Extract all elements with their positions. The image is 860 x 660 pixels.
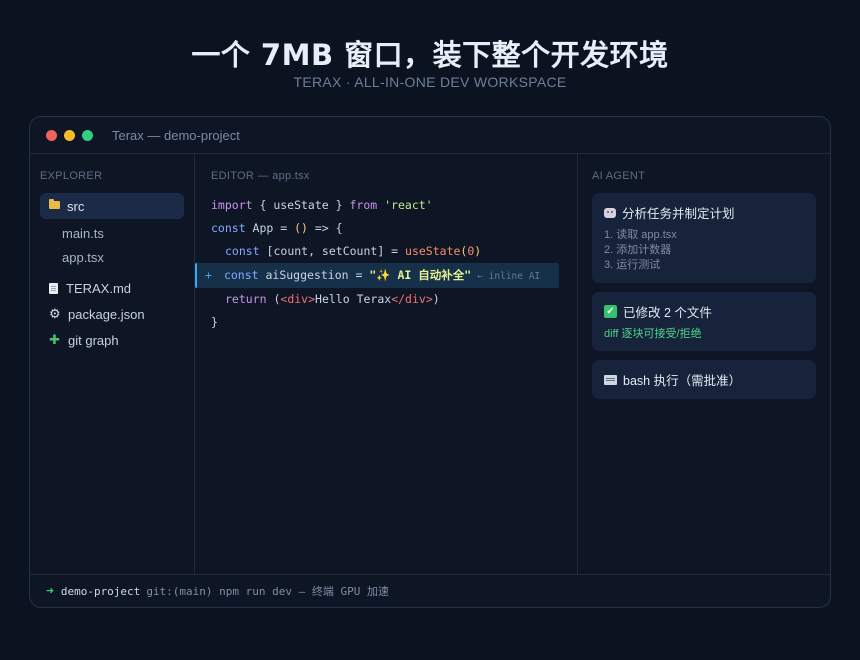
plan-step: 1. 读取 app.tsx (604, 229, 677, 241)
card-title: 分析任务并制定计划 (604, 203, 804, 222)
check-icon: ✓ (604, 305, 617, 318)
code-token: App = (245, 221, 295, 235)
code-line[interactable]: return (<div>Hello Terax</div>) (195, 288, 577, 311)
editor-label: EDITOR — app.tsx (211, 170, 310, 182)
code-token: const (223, 268, 259, 282)
card-title: bash 执行（需批准） (604, 370, 804, 389)
diff-note: diff 逐块可接受/拒绝 (604, 328, 702, 340)
code-token: { useState } (252, 198, 350, 212)
puzzle-icon: ✚ (49, 332, 60, 347)
code-token: aiSuggestion = (258, 268, 370, 282)
plan-steps: 1. 读取 app.tsx 2. 添加计数器 3. 运行测试 (604, 228, 804, 273)
terminal-status-bar[interactable]: ➜ demo-project git:(main) npm run dev — … (30, 574, 830, 607)
maximize-window-button[interactable] (82, 129, 93, 141)
code-line[interactable]: import { useState } from 'react' (195, 194, 577, 217)
code-token: import (211, 198, 253, 212)
code-token: Hello Terax (315, 292, 392, 306)
card-title-text: bash 执行（需批准） (623, 374, 742, 388)
code-token: } (211, 315, 218, 329)
diff-plus-marker: + (205, 268, 212, 282)
document-icon (49, 282, 58, 294)
code-token: () (294, 221, 308, 235)
window-title: Terax — demo-project (112, 127, 240, 143)
code-line[interactable]: const [count, setCount] = useState(0) (195, 240, 577, 263)
code-token: => { (307, 221, 343, 235)
editor-panel[interactable]: EDITOR — app.tsx import { useState } fro… (195, 154, 578, 574)
code-token: "✨ AI 自动补全" (369, 268, 472, 282)
code-token: const (225, 244, 260, 258)
close-window-button[interactable] (46, 129, 57, 141)
tree-file-terax-md[interactable]: TERAX.md (40, 275, 184, 301)
agent-bash-card[interactable]: bash 执行（需批准） (592, 360, 816, 399)
terminal-icon (604, 374, 617, 385)
code-token: ( (266, 292, 281, 306)
minimize-window-button[interactable] (64, 129, 75, 141)
project-name: demo-project (60, 584, 141, 598)
card-title-text: 分析任务并制定计划 (622, 207, 735, 221)
ai-suggestion-line[interactable]: + const aiSuggestion = "✨ AI 自动补全" ← inlin… (195, 263, 559, 288)
hero-subtitle: TERAX · ALL-IN-ONE DEV WORKSPACE (293, 74, 567, 90)
robot-icon (604, 207, 616, 218)
code-token: <div> (280, 292, 316, 306)
tree-item-label: src (67, 198, 85, 214)
prompt-arrow-icon: ➜ (46, 583, 54, 599)
explorer-label: EXPLORER (40, 170, 103, 182)
tree-file-app-tsx[interactable]: app.tsx (40, 245, 184, 269)
card-title: ✓ 已修改 2 个文件 (604, 302, 804, 321)
code-token: const (211, 221, 246, 235)
code-line[interactable]: } (195, 311, 577, 334)
gear-icon: ⚙ (49, 306, 61, 321)
card-title-text: 已修改 2 个文件 (623, 306, 712, 320)
explorer-panel: EXPLORER src main.ts app.tsx TERAX.md ⚙ … (30, 154, 195, 574)
terminal-command: git:(main) npm run dev — 终端 GPU 加速 (146, 585, 389, 598)
code-token: </div> (391, 292, 433, 306)
tree-item-label: TERAX.md (66, 280, 132, 296)
code-token: [count, setCount] = (259, 244, 406, 258)
agent-plan-card[interactable]: 分析任务并制定计划 1. 读取 app.tsx 2. 添加计数器 3. 运行测试 (592, 193, 816, 283)
code-token: ) (474, 244, 482, 258)
code-token: return (225, 292, 267, 306)
code-token: ) (432, 292, 440, 306)
agent-diff-card[interactable]: ✓ 已修改 2 个文件 diff 逐块可接受/拒绝 (592, 292, 816, 351)
tree-item-label: package.json (68, 306, 145, 322)
tree-file-package-json[interactable]: ⚙ package.json (40, 301, 184, 327)
app-window: Terax — demo-project EXPLORER src main.t… (29, 116, 831, 608)
hero-title: 一个 7MB 窗口，装下整个开发环境 (191, 38, 669, 72)
plan-step: 3. 运行测试 (604, 259, 661, 271)
folder-icon (49, 199, 60, 209)
code-token: useState (405, 244, 461, 258)
tree-folder-src[interactable]: src (40, 193, 184, 219)
code-line[interactable]: const App = () => { (195, 217, 577, 240)
plan-step: 2. 添加计数器 (604, 244, 672, 256)
tree-item-label: main.ts (62, 225, 104, 241)
title-bar: Terax — demo-project (30, 117, 830, 154)
tree-file-main-ts[interactable]: main.ts (40, 221, 184, 245)
code-token: from (349, 198, 378, 212)
code-token: 'react' (384, 198, 433, 212)
tree-item-label: app.tsx (62, 249, 104, 265)
agent-label: AI AGENT (592, 170, 646, 182)
tree-item-git-graph[interactable]: ✚ git graph (40, 327, 184, 353)
inline-ai-hint: ← inline AI (477, 271, 541, 282)
ai-agent-panel: AI AGENT 分析任务并制定计划 1. 读取 app.tsx 2. 添加计数… (578, 154, 830, 574)
tree-item-label: git graph (68, 332, 119, 348)
